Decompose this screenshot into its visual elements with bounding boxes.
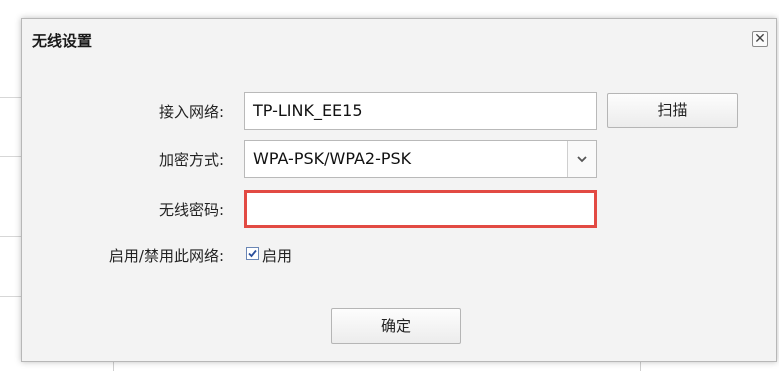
confirm-button[interactable]: 确定 <box>331 308 461 344</box>
encryption-select[interactable]: WPA-PSK/WPA2-PSK <box>244 140 597 178</box>
enable-network-label: 启用/禁用此网络: <box>108 247 224 265</box>
background-divider <box>0 296 22 297</box>
enable-checkbox[interactable] <box>246 247 259 260</box>
network-field[interactable]: TP-LINK_EE15 <box>244 92 597 130</box>
background-divider <box>0 97 22 98</box>
wireless-settings-dialog: 无线设置 ✕ 接入网络: TP-LINK_EE15 扫描 加密方式: WPA-P… <box>21 18 777 362</box>
close-icon: ✕ <box>754 31 766 47</box>
encryption-value: WPA-PSK/WPA2-PSK <box>253 149 412 168</box>
password-label: 无线密码: <box>158 201 224 219</box>
enable-checkbox-label[interactable]: 启用 <box>262 245 292 266</box>
background-footer <box>0 362 779 371</box>
encryption-label: 加密方式: <box>158 151 224 169</box>
network-label: 接入网络: <box>158 103 224 121</box>
chevron-down-icon[interactable] <box>567 141 596 177</box>
background-divider <box>0 156 22 157</box>
password-field[interactable] <box>244 190 597 228</box>
close-button[interactable]: ✕ <box>752 31 768 47</box>
dialog-title: 无线设置 <box>32 32 93 50</box>
background-divider <box>0 236 22 237</box>
scan-button[interactable]: 扫描 <box>607 93 738 128</box>
